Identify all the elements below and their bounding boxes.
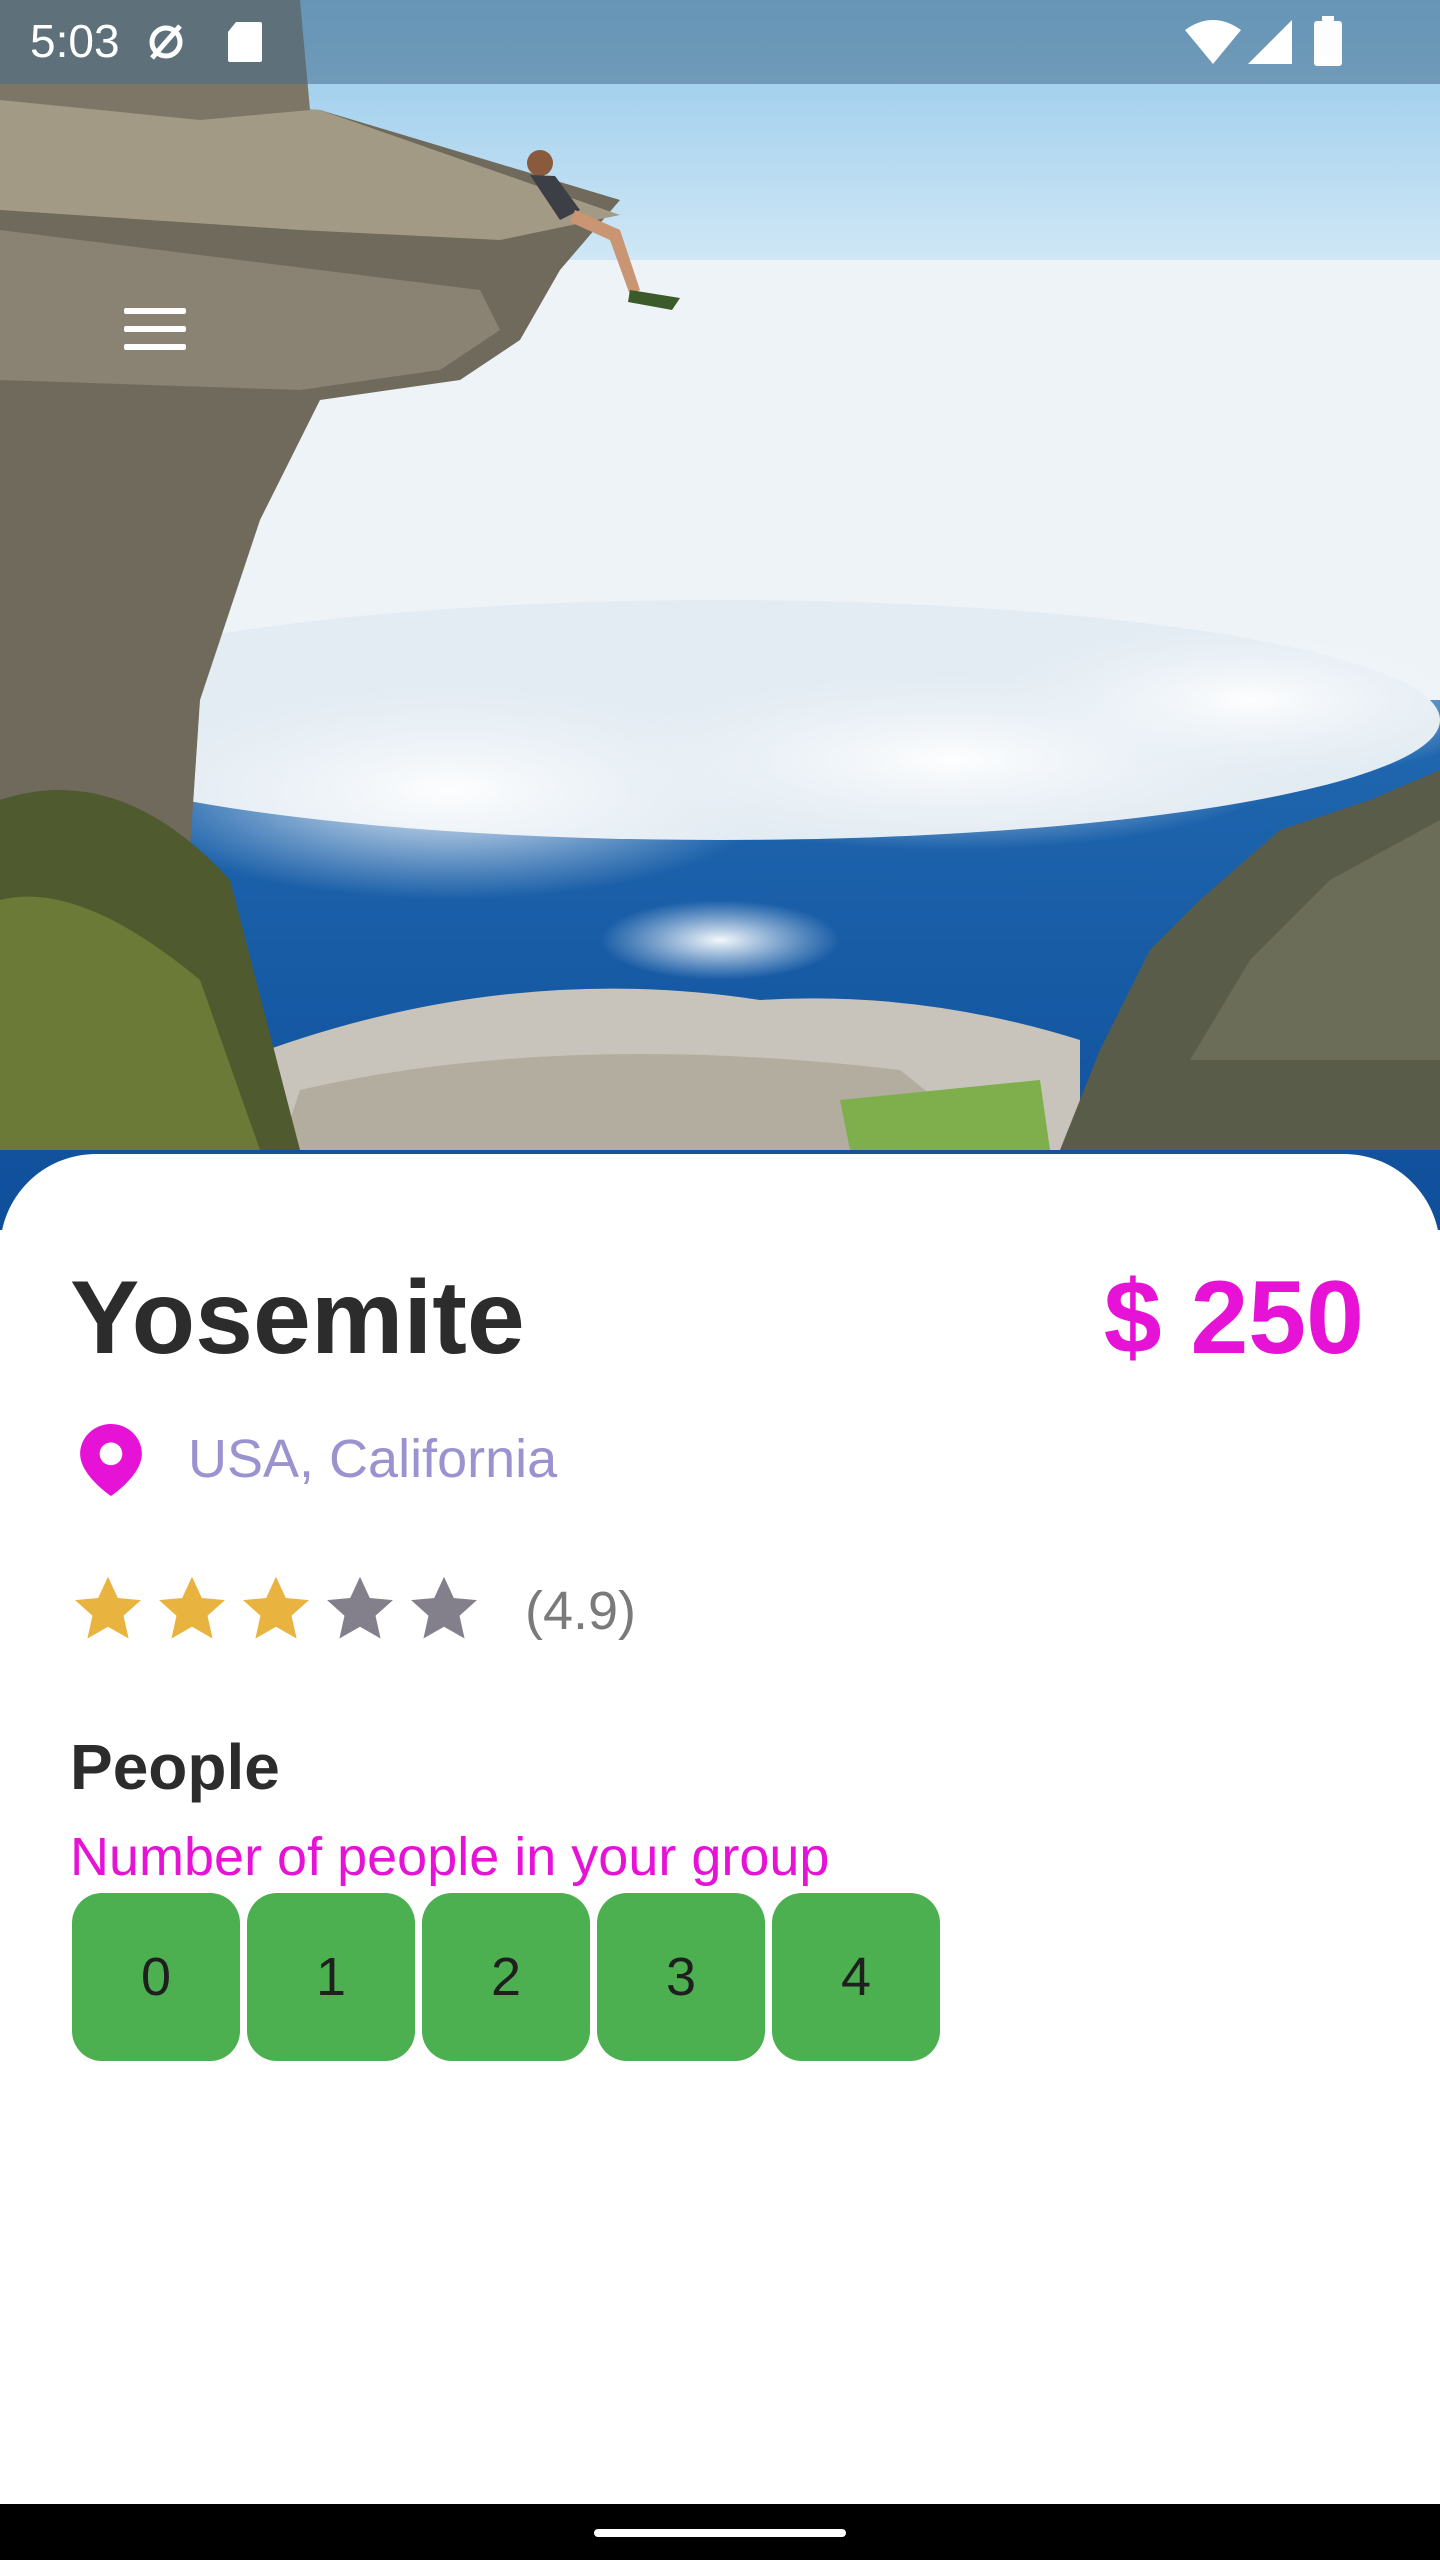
people-option-4[interactable]: 4 <box>772 1893 940 2061</box>
people-option-1[interactable]: 1 <box>247 1893 415 2061</box>
star-filled-icon <box>75 1576 141 1639</box>
star-empty-icon <box>411 1576 477 1639</box>
people-option-0[interactable]: 0 <box>72 1893 240 2061</box>
home-indicator[interactable] <box>594 2529 846 2537</box>
battery-icon <box>1314 16 1342 66</box>
status-bar: 5:03 <box>0 0 1440 84</box>
location-pin-icon <box>80 1424 142 1496</box>
location-text: USA, California <box>188 1429 558 1489</box>
star-filled-icon <box>243 1576 309 1639</box>
people-subtitle: Number of people in your group <box>70 1827 830 1887</box>
hero-image: 5:03 <box>0 0 1440 1230</box>
menu-button[interactable] <box>110 290 200 370</box>
people-option-2[interactable]: 2 <box>422 1893 590 2061</box>
people-count-selector: 0 1 2 3 4 <box>72 1893 952 2063</box>
rating-value: (4.9) <box>525 1581 637 1641</box>
sync-off-icon <box>149 24 183 60</box>
star-filled-icon <box>159 1576 225 1639</box>
place-price: $ 250 <box>1103 1260 1364 1376</box>
sd-card-icon <box>228 22 262 62</box>
wifi-icon <box>1185 20 1241 64</box>
cliff-photo <box>0 0 1440 1230</box>
star-empty-icon <box>327 1576 393 1639</box>
place-title: Yosemite <box>70 1260 525 1376</box>
people-heading: People <box>70 1731 280 1803</box>
signal-icon <box>1248 20 1292 64</box>
status-time: 5:03 <box>30 15 120 67</box>
rating-row: (4.9) <box>70 1572 770 1652</box>
navigation-bar <box>0 2504 1440 2560</box>
people-option-3[interactable]: 3 <box>597 1893 765 2061</box>
